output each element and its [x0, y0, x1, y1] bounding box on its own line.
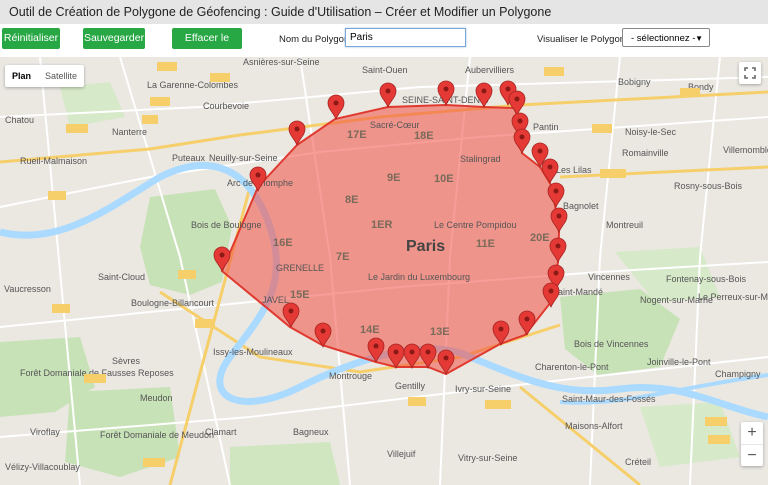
arrondissement-label: 16E — [273, 237, 293, 249]
page-title: Outil de Création de Polygone de Géofenc… — [9, 5, 552, 19]
map-type-satellite-button[interactable]: Satellite — [38, 65, 84, 87]
place-label: Forêt Domaniale de Meudon — [100, 430, 214, 440]
place-label: Rueil-Malmaison — [20, 156, 87, 166]
place-label: Champigny — [715, 369, 761, 379]
poi-label: Sacré-Cœur — [370, 120, 420, 130]
arrondissement-label: 9E — [387, 172, 400, 184]
poi-label: JAVEL — [262, 295, 289, 305]
place-label: Charenton-le-Pont — [535, 362, 609, 372]
fullscreen-button[interactable] — [739, 62, 761, 84]
chevron-down-icon: ▼ — [695, 34, 703, 43]
zoom-out-button[interactable]: − — [741, 444, 763, 467]
place-label: Puteaux — [172, 153, 206, 163]
view-polygon-label: Visualiser le Polygone: — [537, 34, 633, 45]
place-label: Bobigny — [618, 77, 651, 87]
place-label: Joinville-le-Pont — [647, 357, 711, 367]
arrondissement-label: 17E — [347, 129, 367, 141]
place-label: Villejuif — [387, 449, 416, 459]
place-label: Courbevoie — [203, 101, 249, 111]
place-label: Saint-Ouen — [362, 65, 408, 75]
place-label: Saint-Mandé — [552, 287, 603, 297]
arrondissement-label: 15E — [290, 289, 310, 301]
place-label: Maisons-Alfort — [565, 421, 623, 431]
place-label: Bagnolet — [563, 201, 599, 211]
place-label: Bagneux — [293, 427, 329, 437]
map-type-control: Plan Satellite — [5, 65, 85, 87]
place-label: Neuilly-sur-Seine — [209, 153, 278, 163]
polygon-name-input[interactable] — [345, 28, 466, 47]
toolbar: Réinitialiser Sauvegarder Effacer le Poi… — [0, 24, 768, 65]
place-label: Boulogne-Billancourt — [131, 298, 215, 308]
place-label: Créteil — [625, 457, 651, 467]
zoom-in-button[interactable]: + — [741, 422, 763, 444]
zoom-control: + − — [741, 422, 763, 466]
place-label: Montrouge — [329, 371, 372, 381]
arrondissement-label: 10E — [434, 173, 454, 185]
arrondissement-label: 13E — [430, 326, 450, 338]
place-label: Sèvres — [112, 356, 141, 366]
place-label: Montreuil — [606, 220, 643, 230]
arrondissement-label: 18E — [414, 130, 434, 142]
place-label: Vincennes — [588, 272, 630, 282]
place-label: Romainville — [622, 148, 669, 158]
reset-button[interactable]: Réinitialiser — [2, 28, 60, 49]
place-label: Nanterre — [112, 127, 147, 137]
poi-label: Stalingrad — [460, 154, 501, 164]
arrondissement-label: 8E — [345, 194, 358, 206]
place-label: Meudon — [140, 393, 173, 403]
map[interactable]: 17E 18E 9E 10E 8E 1ER 16E 7E 11E 20E 15E… — [0, 57, 768, 485]
arrondissement-label: 11E — [476, 238, 495, 250]
place-label: Fontenay-sous-Bois — [666, 274, 747, 284]
poi-label: GRENELLE — [276, 263, 324, 273]
place-label: Ivry-sur-Seine — [455, 384, 511, 394]
place-label: Saint-Maur-des-Fossés — [562, 394, 656, 404]
place-label: Bois de Boulogne — [191, 220, 262, 230]
place-label: Issy-les-Moulineaux — [213, 347, 293, 357]
place-label: Gentilly — [395, 381, 426, 391]
place-label: Pantin — [533, 122, 559, 132]
park-area — [230, 442, 340, 485]
save-button[interactable]: Sauvegarder — [83, 28, 145, 49]
place-label: Asnières-sur-Seine — [243, 57, 320, 67]
arrondissement-label: 20E — [530, 232, 550, 244]
poi-label: Le Centre Pompidou — [434, 220, 517, 230]
place-label: Le Perreux-sur-Marne — [698, 292, 768, 302]
polygon-select[interactable]: - sélectionnez - ▼ — [622, 28, 710, 47]
place-label: Viroflay — [30, 427, 60, 437]
place-label: Rosny-sous-Bois — [674, 181, 743, 191]
arrondissement-label: 1ER — [371, 219, 392, 231]
bois-de-boulogne-area — [140, 189, 232, 295]
place-label: Les Lilas — [556, 165, 592, 175]
place-label: Vaucresson — [4, 284, 51, 294]
map-canvas[interactable]: 17E 18E 9E 10E 8E 1ER 16E 7E 11E 20E 15E… — [0, 57, 768, 485]
polygon-select-value: - sélectionnez - — [631, 33, 696, 44]
place-label: Chatou — [5, 115, 34, 125]
place-label: Noisy-le-Sec — [625, 127, 677, 137]
place-label: Bois de Vincennes — [574, 339, 649, 349]
fullscreen-icon — [744, 67, 756, 79]
place-label: Vélizy-Villacoublay — [5, 462, 80, 472]
place-label: Aubervilliers — [465, 65, 515, 75]
poi-label: Le Jardin du Luxembourg — [368, 272, 470, 282]
arrondissement-label: 14E — [360, 324, 380, 336]
city-label: Paris — [406, 238, 445, 255]
arrondissement-label: 7E — [336, 251, 349, 263]
map-type-plan-button[interactable]: Plan — [5, 65, 38, 87]
title-bar: Outil de Création de Polygone de Géofenc… — [0, 0, 768, 25]
erase-point-button[interactable]: Effacer le Point — [172, 28, 242, 65]
place-label: Villemomble — [723, 145, 768, 155]
place-label: Vitry-sur-Seine — [458, 453, 517, 463]
place-label: Saint-Cloud — [98, 272, 145, 282]
